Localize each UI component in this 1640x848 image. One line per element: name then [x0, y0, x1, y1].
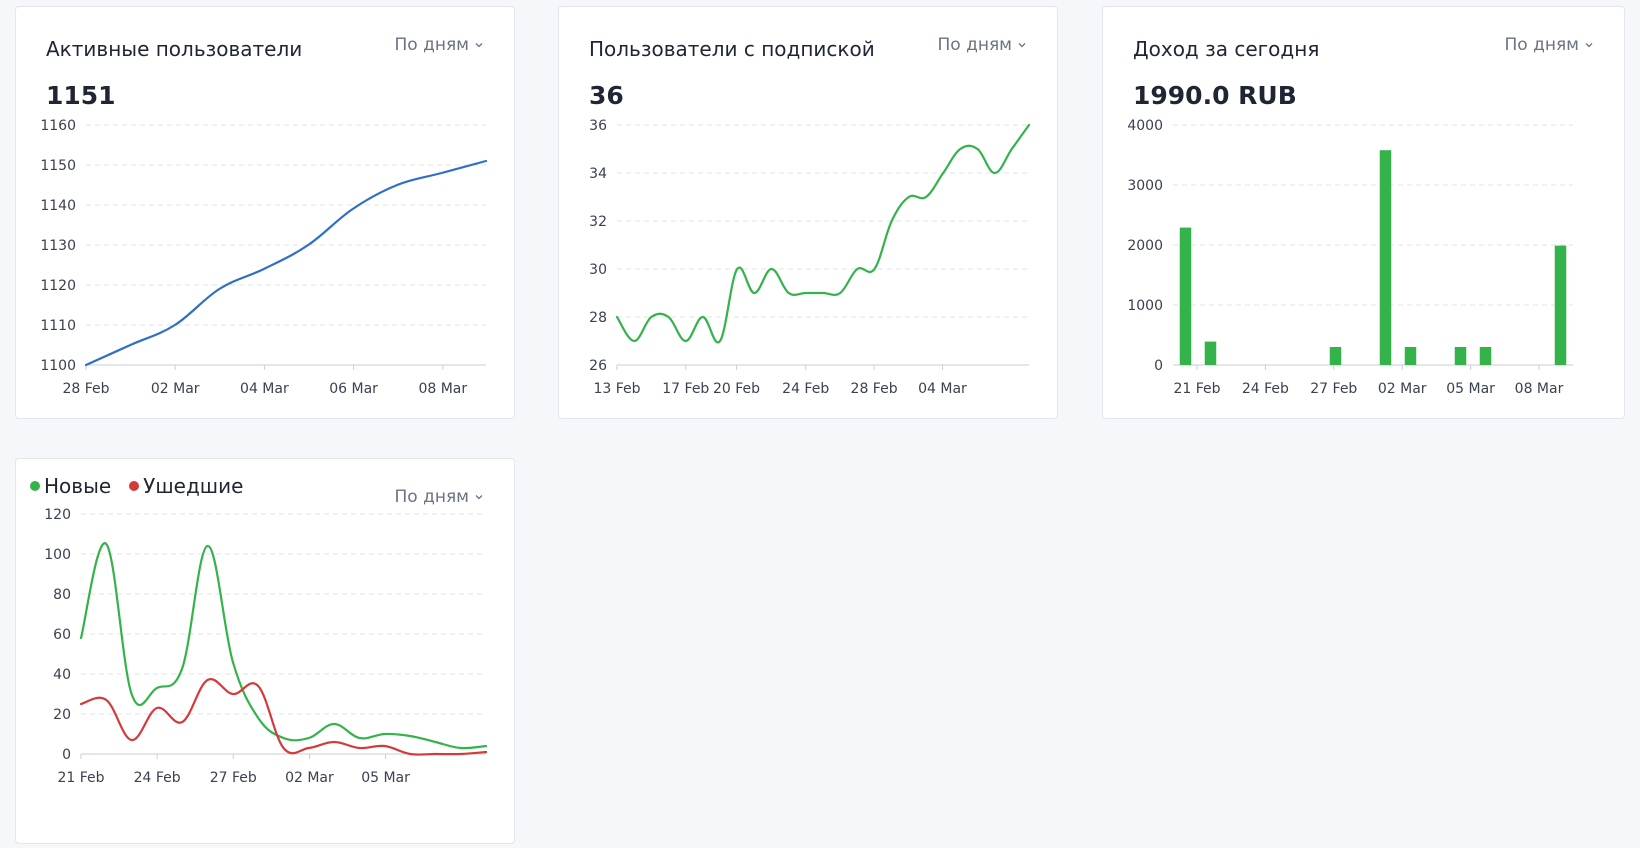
y-tick-label: 36: [589, 118, 607, 134]
card-subscribed-users: Пользователи с подпиской 36 По дням 26 28…: [558, 6, 1058, 419]
y-tick-label: 100: [44, 547, 71, 563]
y-tick-label: 28: [589, 310, 607, 326]
x-tick-label: 21 Feb: [57, 770, 104, 786]
x-tick-label: 27 Feb: [210, 770, 257, 786]
x-tick-label: 05 Mar: [1446, 381, 1495, 397]
y-tick-label: 34: [589, 166, 607, 182]
card-active-users: Активные пользователи 1151 По дням 1100 1…: [15, 6, 515, 419]
bar: [1404, 347, 1417, 365]
y-tick-label: 120: [44, 507, 71, 523]
y-tick-label: 0: [62, 747, 71, 763]
y-tick-label: 1130: [40, 238, 76, 254]
x-tick-label: 24 Feb: [782, 381, 829, 397]
y-tick-label: 40: [53, 667, 71, 683]
x-tick-label: 20 Feb: [713, 381, 760, 397]
bar: [1554, 245, 1567, 365]
x-tick-label: 28 Feb: [62, 381, 109, 397]
series-line-1: [79, 678, 488, 756]
x-tick-label: 24 Feb: [1242, 381, 1289, 397]
active-users-chart: 1100 1110 1120 1130 1140 1150 1160 28 Feb 02 Mar…: [40, 118, 488, 397]
bar: [1379, 150, 1392, 365]
y-tick-label: 1140: [40, 198, 76, 214]
bar: [1329, 347, 1342, 365]
x-tick-label: 27 Feb: [1310, 381, 1357, 397]
subscribed-users-chart: 26 28 30 32 34 36 13 Feb 17 Feb 20 Feb 24 Feb 28 F…: [589, 118, 1031, 397]
bar: [1454, 347, 1467, 365]
x-tick-label: 05 Mar: [361, 770, 410, 786]
card-new-vs-churned: По дням 0 20 40 60 80 100 120 21 Feb 24 Feb 27 Fe…: [15, 458, 515, 844]
x-tick-label: 04 Mar: [918, 381, 967, 397]
series-line-0: [79, 542, 488, 750]
bar: [1204, 341, 1217, 365]
chart-legend: Новые Ушедшие: [30, 474, 243, 498]
y-tick-label: 60: [53, 627, 71, 643]
legend-dot: [129, 481, 140, 491]
x-tick-label: 17 Feb: [662, 381, 709, 397]
y-tick-label: 1150: [40, 158, 76, 174]
x-tick-label: 02 Mar: [151, 381, 200, 397]
y-tick-label: 0: [1154, 358, 1163, 374]
series-line-0: [615, 123, 1031, 344]
x-tick-label: 08 Mar: [418, 381, 467, 397]
y-tick-label: 1000: [1127, 298, 1163, 314]
bar: [1179, 227, 1192, 365]
x-tick-label: 04 Mar: [240, 381, 289, 397]
legend-label: Ушедшие: [143, 474, 244, 498]
x-tick-label: 08 Mar: [1515, 381, 1564, 397]
y-tick-label: 1120: [40, 278, 76, 294]
y-tick-label: 1110: [40, 318, 76, 334]
y-tick-label: 1100: [40, 358, 76, 374]
y-tick-label: 4000: [1127, 118, 1163, 134]
x-tick-label: 21 Feb: [1173, 381, 1220, 397]
x-tick-label: 02 Mar: [285, 770, 334, 786]
new-vs-churned-chart: 0 20 40 60 80 100 120 21 Feb 24 Feb 27 Feb 02 Mar 0…: [44, 507, 488, 786]
series-line-0: [84, 159, 488, 367]
legend-label: Новые: [44, 474, 112, 498]
revenue-chart: 0 1000 2000 3000 4000 21 Feb 24 Feb 27 Feb 02 Ma…: [1127, 118, 1573, 397]
bar: [1479, 347, 1492, 365]
y-tick-label: 2000: [1127, 238, 1163, 254]
card-revenue-today: Доход за сегодня 1990.0 RUB По дням 0 100…: [1102, 6, 1625, 419]
y-tick-label: 26: [589, 358, 607, 374]
x-tick-label: 28 Feb: [851, 381, 898, 397]
y-tick-label: 32: [589, 214, 607, 230]
y-tick-label: 3000: [1127, 178, 1163, 194]
legend-item-new[interactable]: Новые: [30, 474, 111, 498]
x-tick-label: 24 Feb: [134, 770, 181, 786]
y-tick-label: 30: [589, 262, 607, 278]
y-tick-label: 1160: [40, 118, 76, 134]
legend-dot: [30, 481, 40, 491]
legend-item-churned[interactable]: Ушедшие: [129, 474, 243, 498]
x-tick-label: 13 Feb: [593, 381, 640, 397]
y-tick-label: 20: [53, 707, 71, 723]
x-tick-label: 02 Mar: [1378, 381, 1427, 397]
y-tick-label: 80: [53, 587, 71, 603]
x-tick-label: 06 Mar: [329, 381, 378, 397]
